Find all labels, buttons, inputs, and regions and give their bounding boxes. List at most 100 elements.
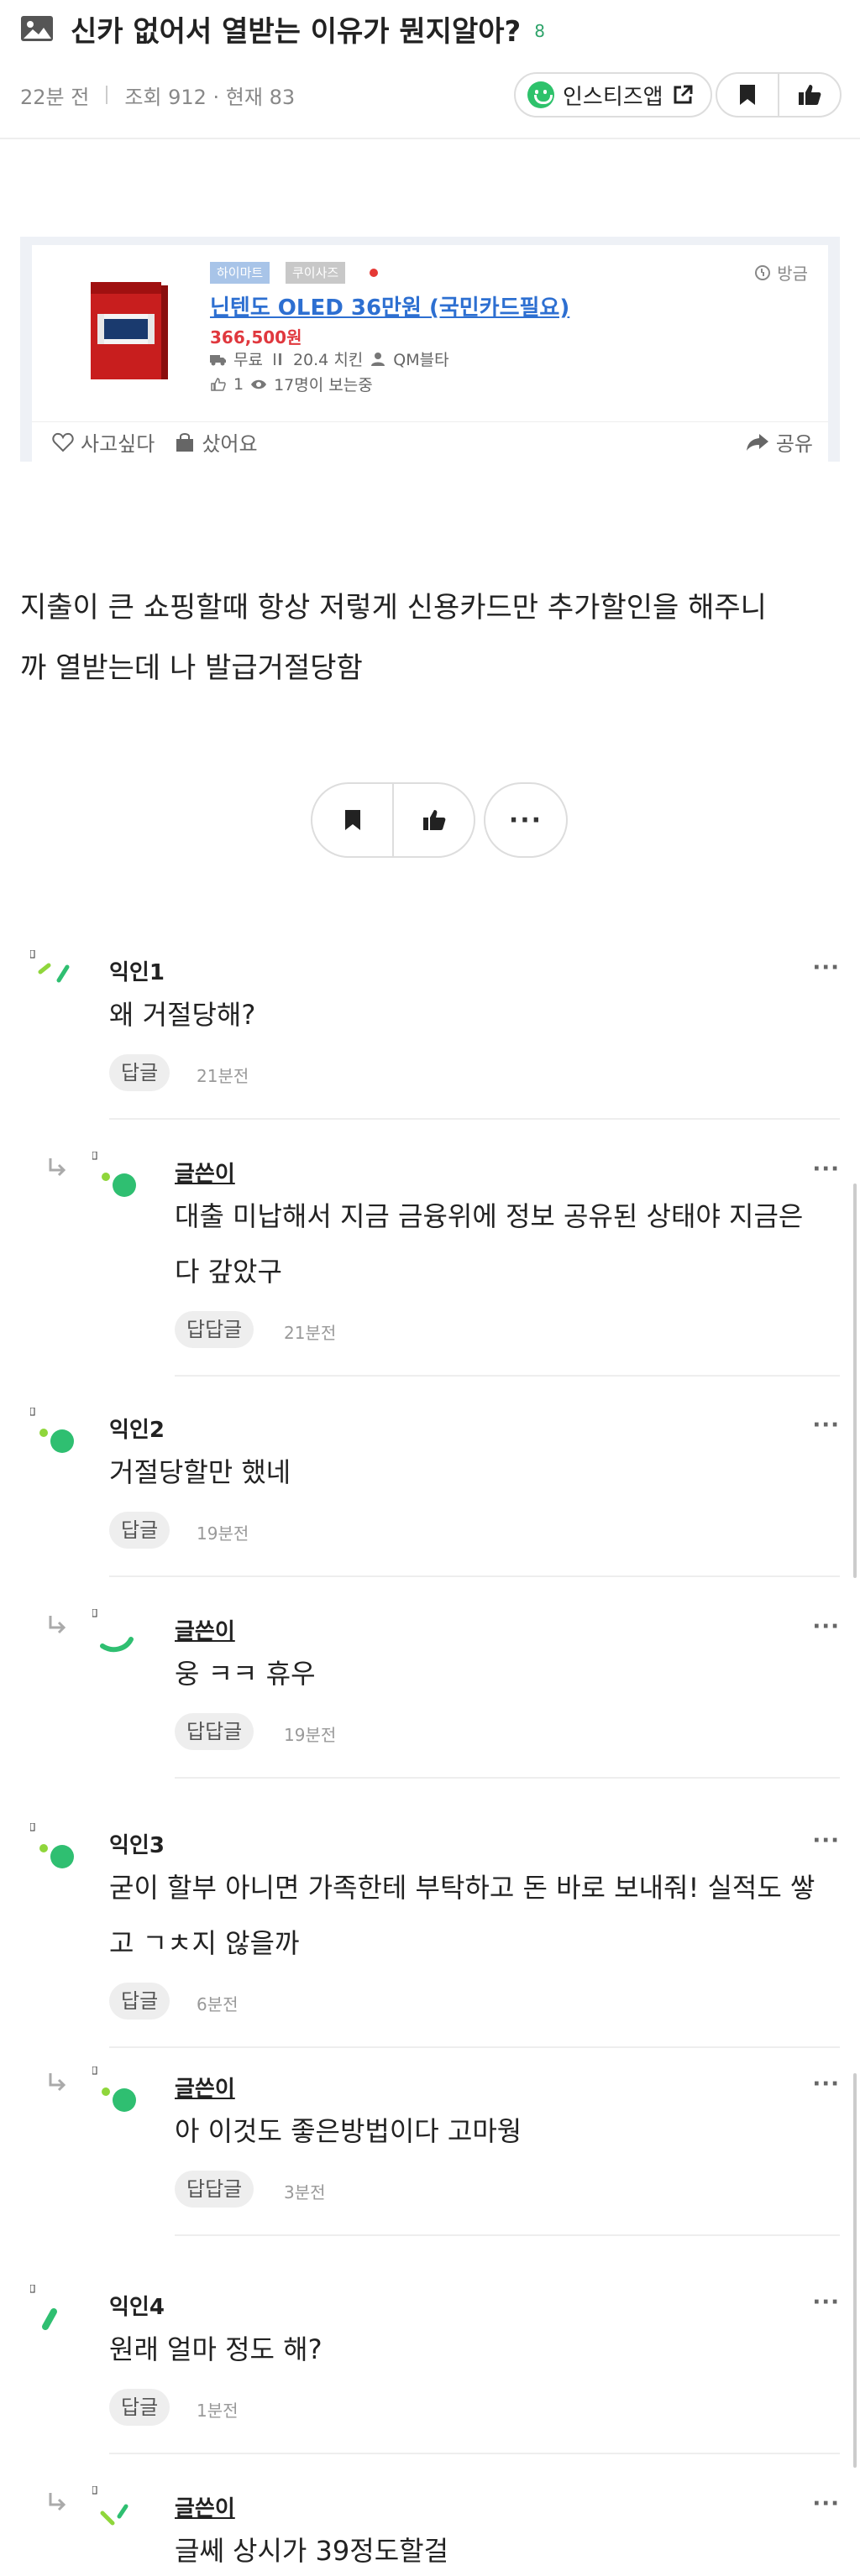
comment-divider: [175, 1375, 840, 1377]
comment-more-button[interactable]: ···: [812, 1614, 840, 1639]
smile-icon: [527, 81, 554, 108]
reply-button[interactable]: 답답글: [175, 1311, 254, 1348]
avatar[interactable]: [92, 1609, 139, 1659]
product-image: [91, 282, 168, 379]
comment-time: 6분전: [197, 1994, 239, 2014]
like-button[interactable]: [779, 74, 840, 116]
reply-arrow-icon: [49, 2073, 66, 2092]
comment: 익인4 ··· 원래 얼마 정도 해? 답글 1분전: [0, 2275, 860, 2468]
comment-divider: [175, 1777, 840, 1779]
post-body: 지출이 큰 쇼핑할때 항상 저렇게 신용카드만 추가할인을 해주니 까 열받는데…: [20, 577, 840, 698]
bookmark-icon: [740, 85, 755, 105]
time-ago: 22분 전: [20, 85, 90, 109]
more-button[interactable]: ···: [484, 782, 568, 858]
page-title: 신카 없어서 열받는 이유가 뭔지알아?: [71, 14, 522, 49]
avatar[interactable]: [30, 2285, 77, 2335]
comment: 익인1 ··· 왜 거절당해? 답글 21분전: [0, 940, 860, 1133]
deal-price: 366,500원: [210, 327, 302, 347]
comment-author[interactable]: 글쓴이: [175, 2491, 235, 2522]
bookmark-button[interactable]: [717, 74, 778, 116]
app-button-label: 인스티즈앱: [563, 84, 663, 110]
app-button[interactable]: 인스티즈앱: [514, 72, 712, 118]
reply-button[interactable]: 답글: [109, 1512, 170, 1549]
viewer-count: 17명이 보는중: [274, 376, 373, 394]
comment-text: 아 이것도 좋은방법이다 고마웡: [175, 2115, 522, 2147]
comment-author[interactable]: 글쓴이: [175, 2072, 235, 2103]
comment-more-button[interactable]: ···: [812, 1157, 840, 1182]
comment-more-button[interactable]: ···: [812, 2290, 840, 2315]
comment-author[interactable]: 익인3: [109, 1828, 165, 1859]
reply-button[interactable]: 답글: [109, 1054, 170, 1091]
share-icon: [746, 433, 768, 451]
deal-title-link[interactable]: 닌텐도 OLED 36만원 (국민카드필요): [210, 290, 569, 321]
source: QM블타: [393, 351, 449, 369]
reply-button[interactable]: 답답글: [175, 1713, 254, 1750]
reply-comment: 글쓴이 ··· 아 이것도 좋은방법이다 고마웡답답글 3분전: [0, 2056, 860, 2249]
comment-more-button[interactable]: ···: [812, 955, 840, 980]
deal-posted-label: 방금: [777, 264, 808, 284]
reply-comment: 글쓴이 ··· 대출 미납해서 지금 금융위에 정보 공유된 상태야 지금은다 갚았…: [0, 1142, 860, 1385]
bought-label: 샀어요: [202, 432, 258, 456]
post-body-line: 까 열받는데 나 발급거절당함: [20, 651, 363, 685]
comment-author[interactable]: 익인1: [109, 955, 165, 986]
bookmark-icon: [344, 810, 360, 830]
post-header: 신카 없어서 열받는 이유가 뭔지알아? 8: [20, 7, 545, 50]
comment-divider: [109, 1575, 840, 1577]
view-count: 조회 912 · 현재 83: [124, 85, 296, 109]
want-button[interactable]: 사고싶다: [52, 427, 155, 457]
reply-arrow-icon: [49, 2493, 66, 2511]
reply-button[interactable]: 답글: [109, 1983, 170, 2020]
scrollbar[interactable]: [853, 1183, 857, 1578]
reply-comment: 글쓴이···글쎄 상시가 39정도할걸답답글지금막: [0, 2476, 860, 2576]
comment-time: 21분전: [197, 1066, 249, 1086]
like-count: 1: [233, 374, 244, 394]
comment-more-button[interactable]: ···: [812, 1828, 840, 1853]
comment-count: 8: [534, 21, 546, 41]
bookmark-button[interactable]: [312, 784, 392, 856]
category: 20.4 치킨: [292, 351, 364, 369]
comment-more-button[interactable]: ···: [812, 1413, 840, 1438]
reply-arrow-icon: [49, 1158, 66, 1177]
image-icon: [21, 16, 53, 41]
reply-button[interactable]: 답답글: [175, 2171, 254, 2208]
comment-text: 고 ㄱㅊ지 않을까: [109, 1927, 300, 1959]
comment-author[interactable]: 글쓴이: [175, 1614, 235, 1645]
want-label: 사고싶다: [81, 432, 155, 456]
new-dot: [370, 269, 378, 277]
comment-text: 다 갚았구: [175, 1256, 282, 1288]
avatar[interactable]: [30, 1823, 77, 1873]
deal-info: 무료 20.4 치킨 QM블타: [210, 347, 449, 370]
comment-divider: [109, 1118, 840, 1120]
comment-author[interactable]: 익인2: [109, 1413, 165, 1444]
reply-button[interactable]: 답글: [109, 2389, 170, 2426]
comment-time: 3분전: [284, 2182, 326, 2202]
bag-icon: [176, 432, 194, 452]
avatar[interactable]: [92, 2486, 139, 2537]
post-meta: 22분 전 조회 912 · 현재 83: [20, 74, 295, 116]
thumbs-up-icon: [422, 810, 445, 830]
deal-stats: 1 17명이 보는중: [210, 373, 373, 395]
comment-time: 19분전: [197, 1523, 249, 1544]
clock-icon: [755, 264, 771, 280]
bought-button[interactable]: 샀어요: [175, 427, 258, 457]
comment-text: 글쎄 상시가 39정도할걸: [175, 2535, 449, 2567]
deal-card-embed: 하이마트 쿠이사즈 방금 닌텐도 OLED 36만원 (국민카드필요) 366,…: [20, 237, 840, 462]
avatar[interactable]: [30, 1408, 77, 1458]
comment-author[interactable]: 익인4: [109, 2290, 165, 2321]
scrollbar[interactable]: [853, 2073, 857, 2468]
avatar[interactable]: [30, 950, 77, 1001]
post-actions: [311, 782, 475, 858]
like-button[interactable]: [394, 784, 474, 856]
comment-more-button[interactable]: ···: [812, 2072, 840, 2097]
avatar[interactable]: [92, 1152, 139, 1202]
eye-icon: [251, 379, 267, 389]
comment-author[interactable]: 글쓴이: [175, 1157, 235, 1188]
deal-card[interactable]: 하이마트 쿠이사즈 방금 닌텐도 OLED 36만원 (국민카드필요) 366,…: [32, 245, 828, 421]
avatar[interactable]: [92, 2067, 139, 2117]
comment-more-button[interactable]: ···: [812, 2491, 840, 2516]
comment-text: 대출 미납해서 지금 금융위에 정보 공유된 상태야 지금은: [175, 1200, 804, 1232]
heart-icon: [52, 432, 74, 452]
share-button[interactable]: 공유: [746, 427, 813, 457]
user-icon: [371, 352, 385, 366]
comment-text: 웅 ㅋㅋ 휴우: [175, 1658, 316, 1690]
